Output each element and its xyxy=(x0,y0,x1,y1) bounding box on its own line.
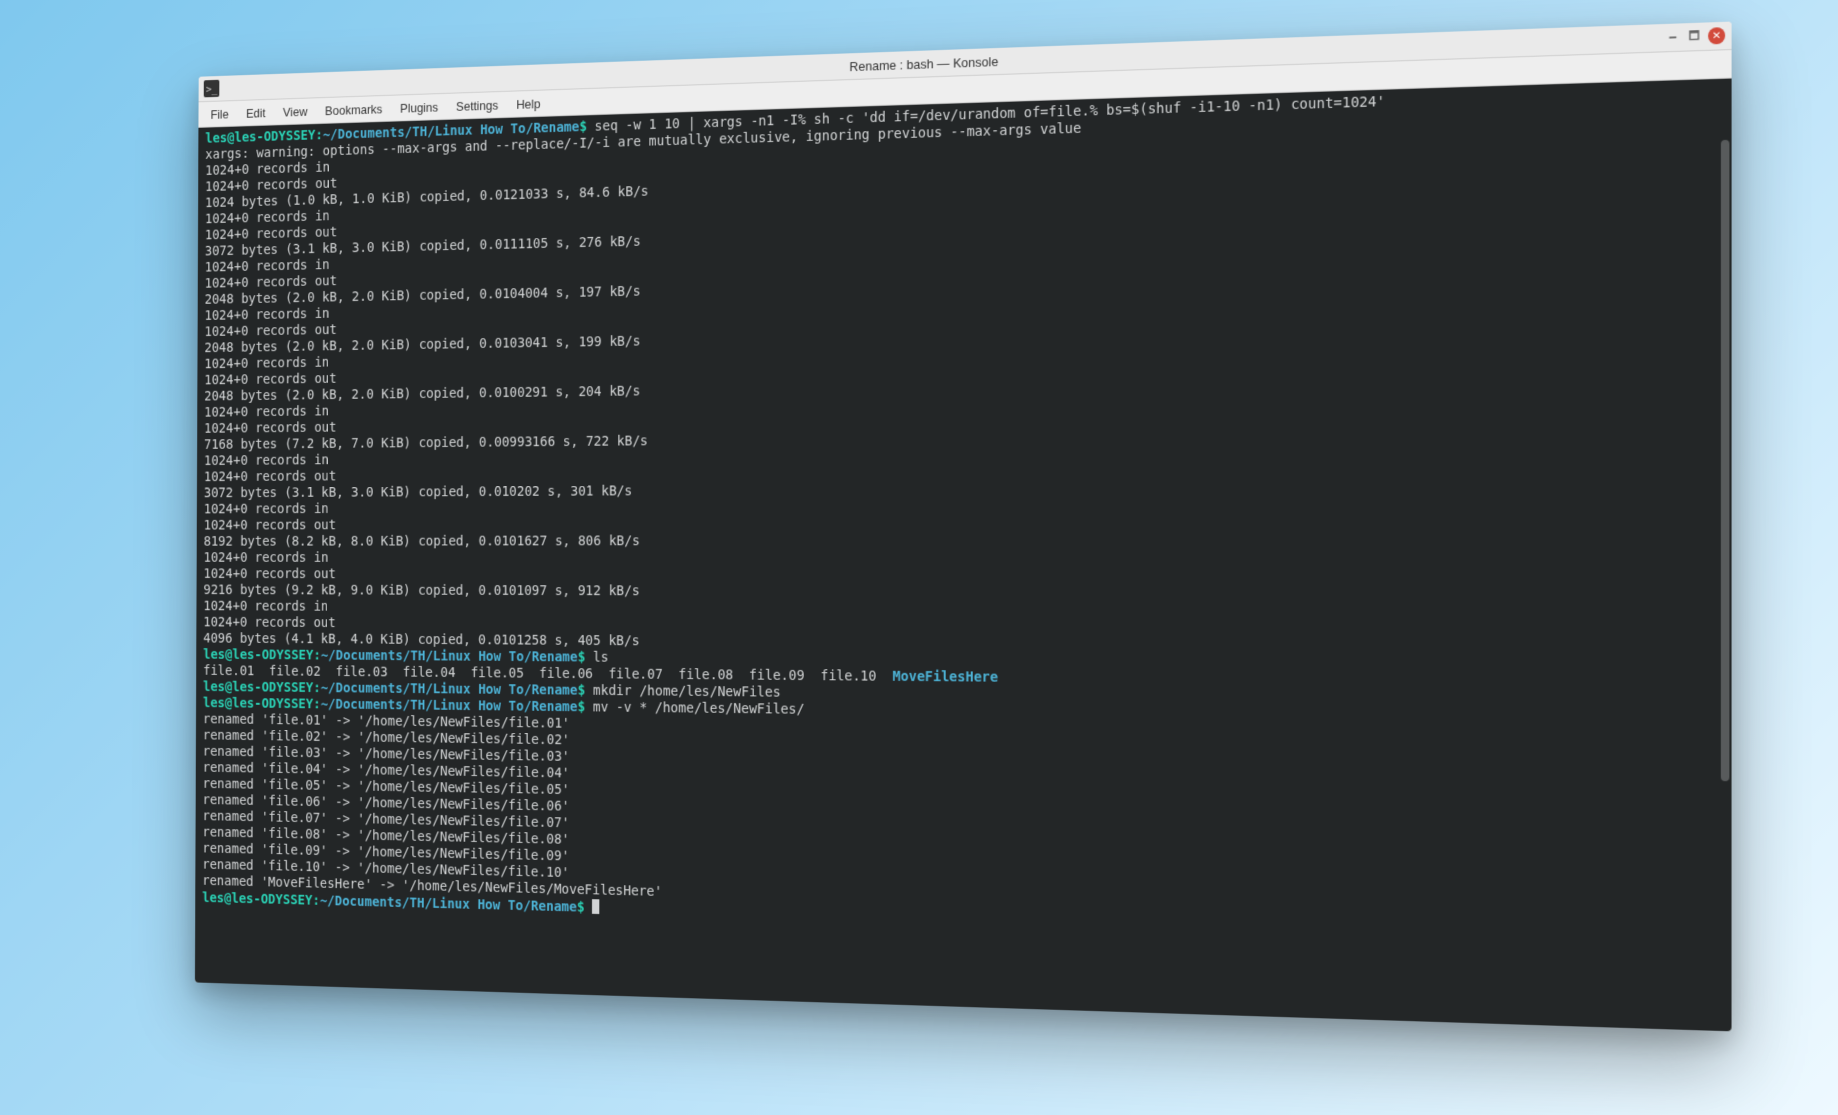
menu-file[interactable]: File xyxy=(202,103,238,124)
terminal-output: les@les-ODYSSEY:~/Documents/TH/Linux How… xyxy=(202,83,1723,946)
cursor xyxy=(592,899,599,914)
desktop-background: >_ Rename : bash — Konsole 🗕 🗖 ✕ File Ed… xyxy=(0,0,1838,1115)
konsole-icon: >_ xyxy=(204,80,220,98)
menu-settings[interactable]: Settings xyxy=(447,94,507,116)
maximize-button[interactable]: 🗖 xyxy=(1687,29,1702,44)
terminal-viewport[interactable]: les@les-ODYSSEY:~/Documents/TH/Linux How… xyxy=(195,79,1732,1032)
menu-edit[interactable]: Edit xyxy=(237,102,274,123)
scrollbar[interactable] xyxy=(1721,83,1730,1027)
close-button[interactable]: ✕ xyxy=(1708,27,1725,44)
menu-bookmarks[interactable]: Bookmarks xyxy=(316,98,391,121)
menu-help[interactable]: Help xyxy=(507,93,549,115)
scrollbar-thumb[interactable] xyxy=(1721,139,1730,781)
minimize-button[interactable]: 🗕 xyxy=(1665,30,1680,45)
menu-view[interactable]: View xyxy=(274,101,316,122)
konsole-window: >_ Rename : bash — Konsole 🗕 🗖 ✕ File Ed… xyxy=(195,22,1732,1032)
menu-plugins[interactable]: Plugins xyxy=(391,96,447,118)
